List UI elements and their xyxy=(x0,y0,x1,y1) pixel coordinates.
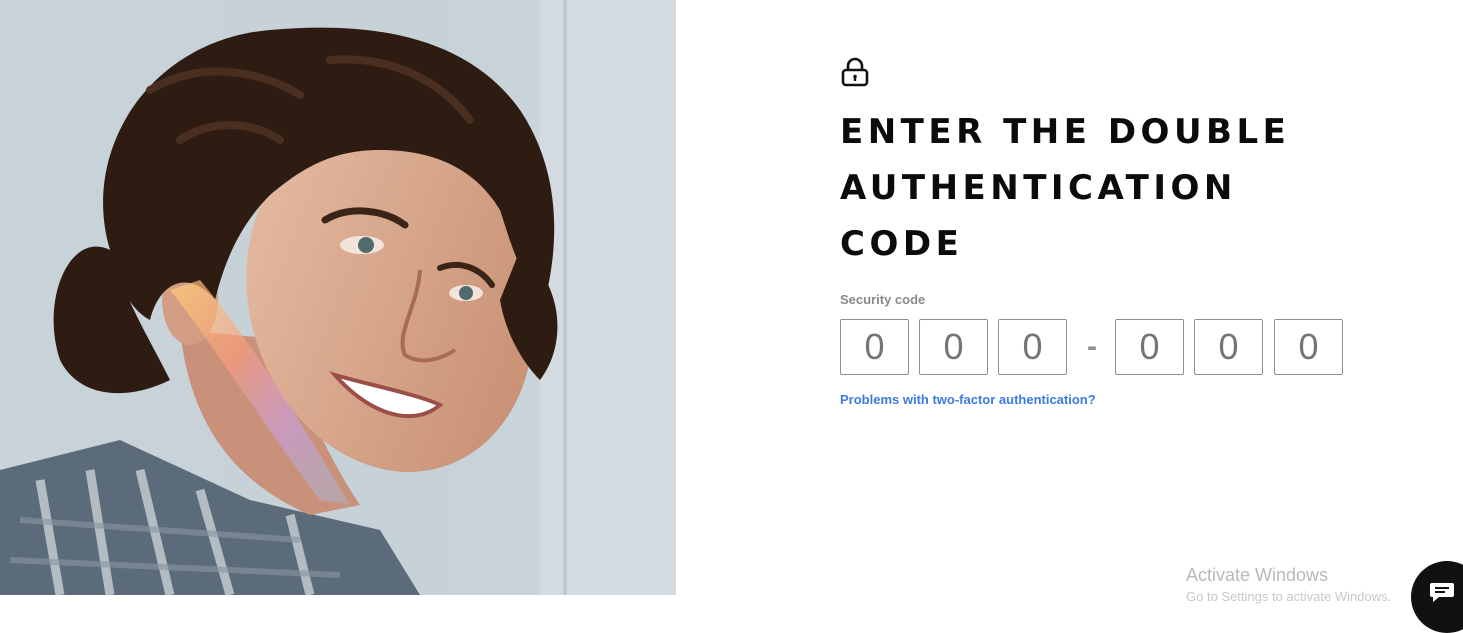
chat-icon xyxy=(1430,583,1454,602)
activate-windows-watermark: Activate Windows xyxy=(1186,565,1329,585)
code-digit-4[interactable] xyxy=(1115,319,1184,375)
code-digit-3[interactable] xyxy=(998,319,1067,375)
security-code-label: Security code xyxy=(840,292,926,307)
two-factor-help-link[interactable]: Problems with two-factor authentication? xyxy=(840,392,1096,407)
page-title: ENTER THE DOUBLE AUTHENTICATION CODE xyxy=(840,112,1291,264)
code-digit-2[interactable] xyxy=(919,319,988,375)
code-separator: - xyxy=(1087,330,1097,363)
lock-icon xyxy=(841,57,869,87)
code-digit-5[interactable] xyxy=(1194,319,1263,375)
activate-windows-subtitle: Go to Settings to activate Windows. xyxy=(1186,589,1392,604)
code-digit-1[interactable] xyxy=(840,319,909,375)
portrait-illustration xyxy=(0,0,676,595)
code-digit-6[interactable] xyxy=(1274,319,1343,375)
chat-button[interactable] xyxy=(1411,561,1463,633)
hero-photo xyxy=(0,0,676,595)
